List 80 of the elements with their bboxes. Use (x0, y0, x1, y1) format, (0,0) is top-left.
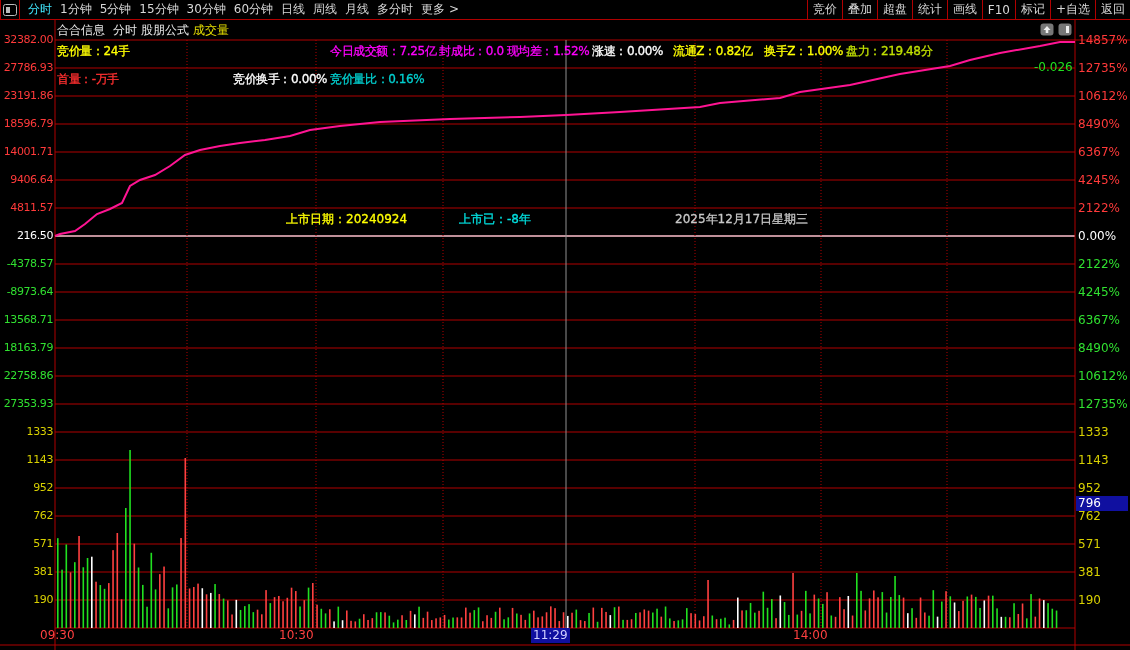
period-tab[interactable]: 分时 (24, 1, 56, 18)
axis-label: 12735% (1078, 396, 1128, 412)
axis-label: 23191.86 (3, 88, 53, 104)
axis-label: 14857% (1078, 32, 1128, 48)
axis-label: -4378.57 (6, 256, 53, 272)
time-label: 14:00 (793, 628, 828, 643)
period-tab[interactable]: 30分钟 (182, 1, 230, 18)
indicator-text: 流通Z：0.82亿 (673, 43, 753, 60)
panel-toggle-icon[interactable] (1058, 23, 1072, 36)
indicator-text: 竞价量：24手 (57, 43, 130, 60)
panel-toggle-icon[interactable] (0, 0, 20, 19)
period-tab[interactable]: 60分钟 (229, 1, 278, 18)
axis-label: 18596.79 (3, 116, 53, 132)
indicator-text: 涨速：0.00% (592, 43, 664, 60)
chart-header-label[interactable]: 分时 (113, 22, 137, 39)
period-tab[interactable]: 更多 > (417, 1, 463, 18)
axis-label: 6367% (1078, 312, 1120, 328)
axis-label: 12735% (1078, 60, 1128, 76)
axis-label: 1143 (26, 452, 53, 468)
axis-label: -8973.64 (6, 284, 53, 300)
period-tab[interactable]: 5分钟 (95, 1, 136, 18)
indicator-text: 封成比：0.0 (439, 43, 504, 60)
time-label: 11:29 (531, 628, 570, 643)
listing-text: 上市日期：20240924 (286, 211, 408, 228)
period-tab[interactable]: 15分钟 (135, 1, 183, 18)
listing-text: 2025年12月17日星期三 (675, 211, 809, 228)
axis-label: 190 (33, 592, 53, 608)
axis-label: 10612% (1078, 88, 1128, 104)
indicator-text: 竞价量比：0.16% (330, 71, 425, 88)
period-tab[interactable]: 周线 (309, 1, 342, 18)
axis-label: 32382.00 (3, 32, 53, 48)
axis-label: 1333 (1078, 424, 1109, 440)
axis-label: 2122% (1078, 200, 1120, 216)
axis-label: 4245% (1078, 284, 1120, 300)
axis-label: 2122% (1078, 256, 1120, 272)
axis-label: 27786.93 (3, 60, 53, 76)
indicator-text: 换手Z：1.00% (764, 43, 843, 60)
indicator-text: 首量：-万手 (57, 71, 119, 88)
time-label: 10:30 (279, 628, 314, 643)
axis-label: 10612% (1078, 368, 1128, 384)
stock-name: 合合信息 (57, 22, 105, 39)
axis-label: 27353.93 (3, 396, 53, 412)
axis-label: 381 (33, 564, 53, 580)
axis-label: 4811.57 (10, 200, 53, 216)
axis-label: 6367% (1078, 144, 1120, 160)
axis-label: 762 (1078, 508, 1101, 524)
axis-label: 9406.64 (10, 172, 53, 188)
axis-label: 13568.71 (3, 312, 53, 328)
axis-label: 762 (33, 508, 53, 524)
axis-label: 952 (1078, 480, 1101, 496)
chart-header-label[interactable]: 股朋公式 (141, 22, 189, 39)
period-tab[interactable]: 月线 (341, 1, 374, 18)
axis-label: 571 (1078, 536, 1101, 552)
period-tab[interactable]: 日线 (277, 1, 310, 18)
axis-label: 952 (33, 480, 53, 496)
indicator-text: 竞价换手：0.00% (233, 71, 328, 88)
axis-label: 571 (33, 536, 53, 552)
axis-label: 190 (1078, 592, 1101, 608)
axis-label: 8490% (1078, 116, 1120, 132)
indicator-text: 现均差：1.52% (506, 43, 590, 60)
axis-label: 4245% (1078, 172, 1120, 188)
chart-header-label[interactable]: 成交量 (193, 22, 229, 39)
period-tab[interactable]: 1分钟 (56, 1, 96, 18)
indicator-text: 今日成交额：7.25亿 (330, 43, 437, 60)
axis-label: 8490% (1078, 340, 1120, 356)
axis-label: 381 (1078, 564, 1101, 580)
axis-label: 18163.79 (3, 340, 53, 356)
axis-label: 216.50 (16, 228, 53, 244)
time-label: 09:30 (40, 628, 75, 643)
cursor-value-label: 796 (1076, 496, 1128, 511)
axis-label: 14001.71 (3, 144, 53, 160)
axis-label: 0.00% (1078, 228, 1117, 244)
indicator-text: 盘力：219.48分 (846, 43, 933, 60)
axis-label: 1333 (26, 424, 53, 440)
upload-icon[interactable] (1040, 23, 1054, 36)
axis-label: 22758.86 (3, 368, 53, 384)
change-reading: -0.026 (1034, 60, 1073, 74)
axis-label: 1143 (1078, 452, 1109, 468)
period-tab[interactable]: 多分时 (373, 1, 418, 18)
listing-text: 上市已：-8年 (459, 211, 531, 228)
